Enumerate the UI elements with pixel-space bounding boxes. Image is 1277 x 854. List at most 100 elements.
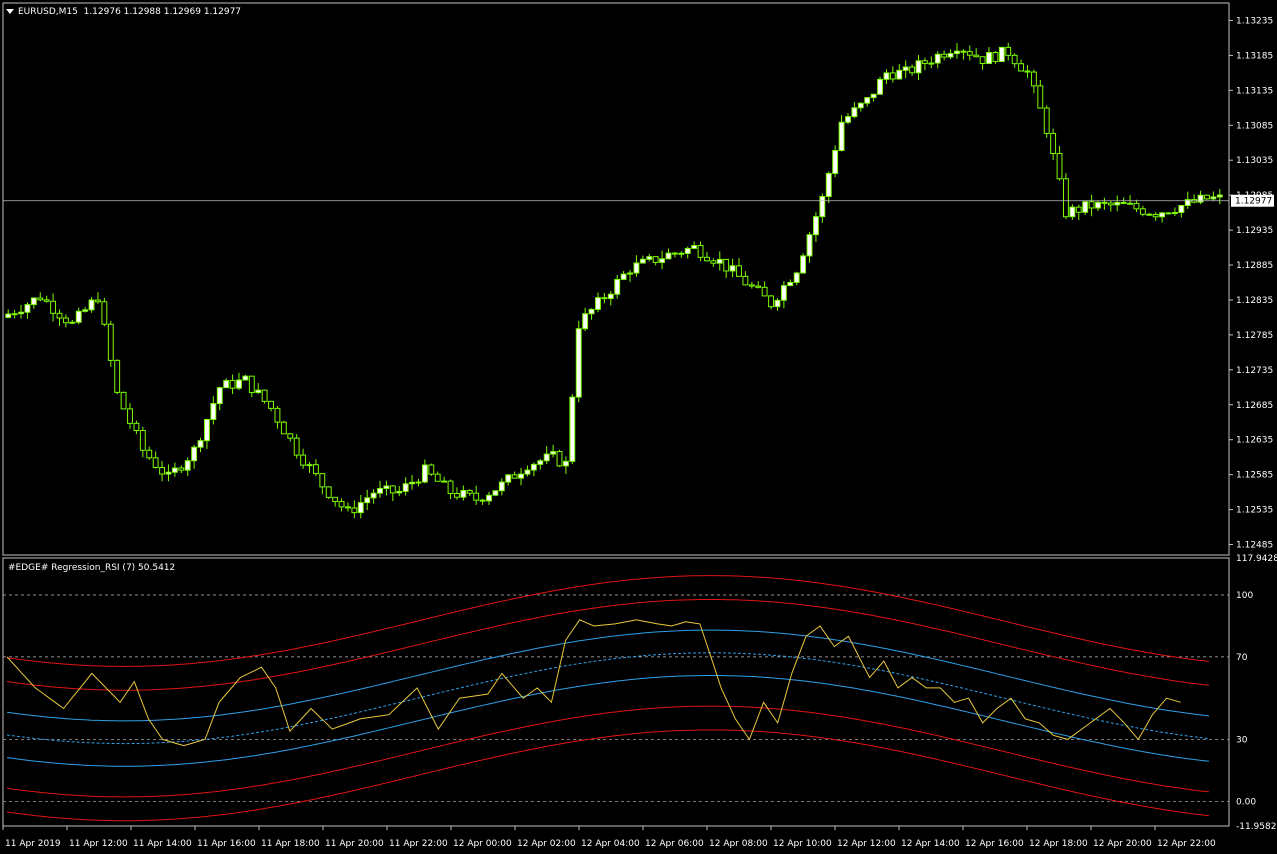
candle-body (1120, 201, 1127, 204)
y-tick-label: 1.12635 (1236, 436, 1273, 446)
candle-body (409, 481, 416, 485)
candle-body (441, 480, 448, 483)
candle-body (114, 359, 121, 393)
candle-body (1101, 201, 1108, 204)
candle-body (1210, 196, 1217, 200)
candle-body (255, 389, 262, 394)
candle-body (75, 310, 82, 323)
candle-body (684, 247, 691, 254)
candle-body (633, 262, 640, 274)
candle-body (428, 464, 435, 475)
candle-body (954, 50, 960, 55)
sub-y-tick-label: -11.9582 (1236, 822, 1276, 832)
candle-body (332, 496, 339, 503)
candle-body (1152, 213, 1159, 218)
candle-body (1133, 202, 1140, 210)
y-tick-label: 1.12485 (1236, 541, 1273, 551)
candle-body (819, 195, 826, 218)
x-tick-label: 12 Apr 14:00 (901, 839, 960, 849)
x-tick-label: 11 Apr 18:00 (261, 839, 320, 849)
candle-body (434, 473, 441, 482)
candle-body (171, 467, 178, 473)
candle-body (1159, 212, 1166, 218)
candle-body (1171, 211, 1178, 214)
candle-body (1204, 194, 1210, 200)
candle-body (1043, 107, 1050, 134)
x-tick-label: 11 Apr 20:00 (325, 839, 384, 849)
candle-body (421, 464, 428, 483)
candle-body (236, 379, 242, 389)
candle-body (889, 72, 896, 80)
candle-body (1037, 85, 1044, 109)
candle-body (402, 483, 409, 492)
x-tick-label: 12 Apr 16:00 (965, 839, 1024, 849)
candle-body (62, 317, 69, 324)
candle-body (203, 418, 210, 442)
candle-body (960, 50, 967, 53)
candle-body (1114, 201, 1121, 206)
candle-body (505, 474, 512, 483)
candle-body (1088, 201, 1095, 209)
candle-body (184, 460, 191, 471)
candle-body (697, 245, 704, 258)
regression-band-mid_lower (6, 675, 1210, 767)
y-tick-label: 1.12885 (1236, 261, 1273, 271)
candle-body (82, 309, 89, 312)
candle-body (216, 387, 223, 405)
candle-body (338, 501, 345, 508)
candle-body (146, 449, 153, 459)
dropdown-triangle-icon[interactable] (6, 9, 14, 14)
candle-body (274, 407, 281, 423)
candle-body (1024, 70, 1031, 73)
sub-y-tick-label: 100 (1236, 591, 1253, 601)
candle-body (50, 300, 57, 314)
candle-body (11, 313, 18, 316)
candle-body (870, 93, 877, 99)
x-tick-label: 11 Apr 22:00 (389, 839, 448, 849)
regression-band-mid_upper (6, 629, 1210, 722)
candle-body (562, 460, 569, 467)
candle-body (1127, 202, 1133, 205)
candle-body (24, 304, 31, 313)
sub-y-tick-label: 70 (1236, 653, 1248, 663)
candle-body (928, 62, 935, 65)
candle-body (518, 473, 524, 479)
candle-body (127, 408, 133, 424)
y-tick-label: 1.12935 (1236, 226, 1273, 236)
candle-body (595, 297, 601, 310)
candle-body (896, 69, 903, 80)
candle-body (293, 437, 300, 456)
candle-body (902, 66, 909, 71)
candle-body (1095, 201, 1101, 209)
candle-body (736, 265, 742, 277)
candle-body (582, 313, 589, 330)
candle-body (1063, 178, 1069, 218)
candle-body (941, 53, 948, 58)
candle-body (1069, 206, 1076, 218)
y-tick-label: 1.12835 (1236, 296, 1273, 306)
x-tick-label: 12 Apr 10:00 (773, 839, 832, 849)
x-tick-label: 12 Apr 18:00 (1029, 839, 1088, 849)
indicator-header: #EDGE# Regression_RSI (7) 50.5412 (8, 563, 176, 573)
candle-body (659, 258, 666, 263)
candle-body (95, 299, 101, 303)
candle-body (832, 149, 839, 174)
candle-body (498, 481, 505, 492)
candle-body (934, 53, 941, 64)
candle-body (1056, 152, 1063, 180)
candle-body (1018, 63, 1025, 72)
candle-body (652, 256, 659, 263)
chart-area[interactable]: 1.13235 1.13185 1.13135 1.13085 1.13035 1.129… (0, 0, 1277, 854)
candle-body (479, 499, 486, 502)
y-tick-label: 1.13135 (1236, 86, 1273, 96)
candle-body (665, 252, 672, 260)
candle-body (614, 278, 621, 295)
candle-body (197, 440, 204, 448)
candle-body (18, 311, 24, 315)
x-tick-label: 12 Apr 06:00 (645, 839, 704, 849)
candle-body (1005, 46, 1012, 56)
candle-body (511, 474, 518, 479)
candle-body (319, 473, 326, 488)
candle-body (223, 380, 230, 389)
symbol-label: EURUSD,M15 (18, 7, 78, 17)
